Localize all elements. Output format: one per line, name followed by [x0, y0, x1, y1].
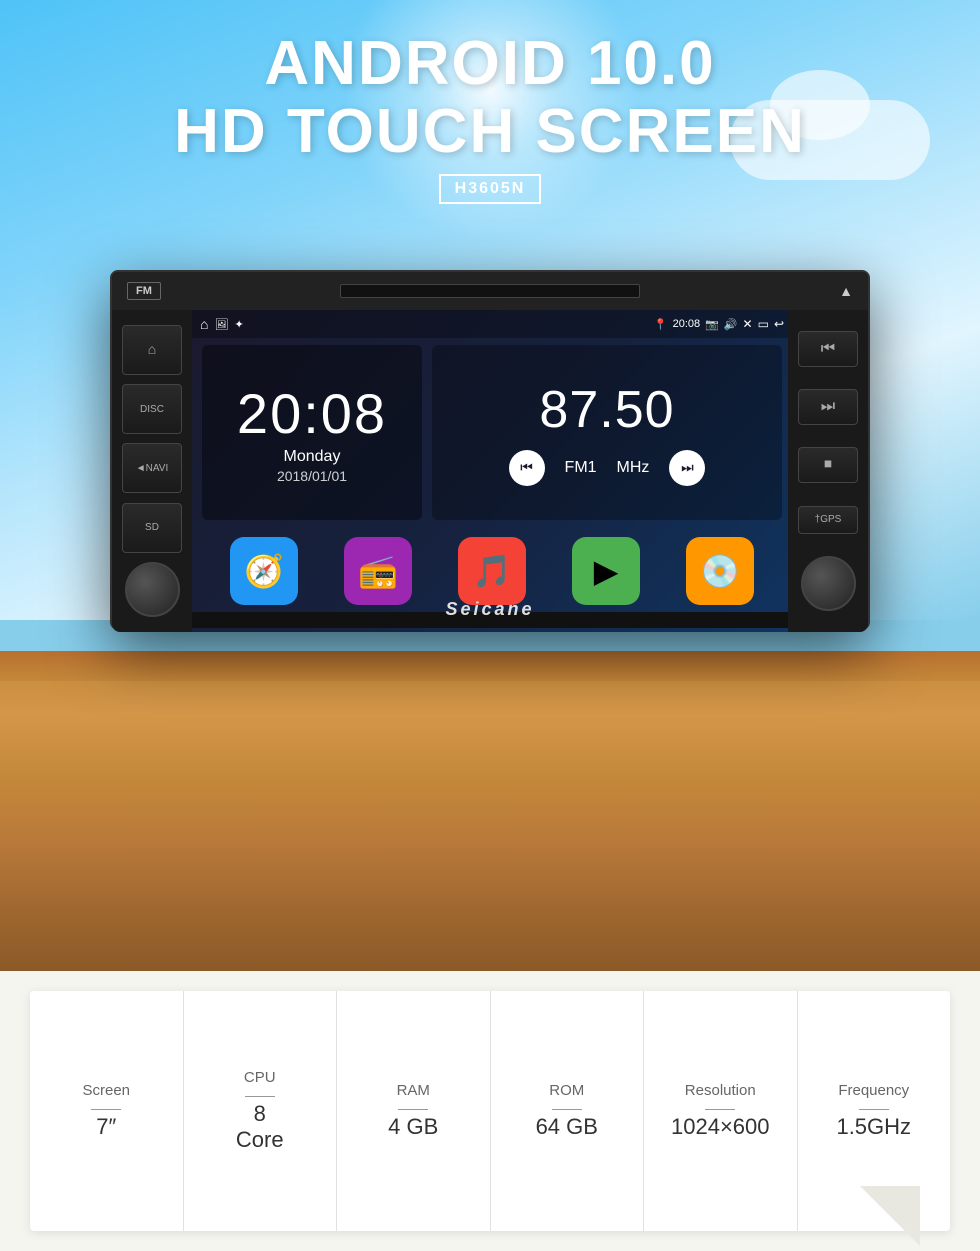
- eject-button[interactable]: ▲: [839, 283, 853, 299]
- disc-button[interactable]: DISC: [122, 384, 182, 434]
- spec-cpu-label: CPU: [244, 1069, 276, 1086]
- disc-label: DISC: [140, 404, 164, 415]
- stop-button[interactable]: ⏹: [798, 447, 858, 483]
- home-icon: ⌂: [148, 341, 156, 357]
- title-line2: HD TOUCH SCREEN: [174, 97, 806, 166]
- nav-app-icon[interactable]: 🧭 Navigation: [230, 537, 298, 624]
- wood-table: [0, 651, 980, 971]
- right-panel: ⏮ ⏭ ⏹ †GPS: [788, 310, 868, 632]
- spec-ram-divider: [398, 1109, 428, 1110]
- spec-rom-value: 64 GB: [536, 1114, 598, 1140]
- left-panel: ⌂ DISC ◄NAVI SD: [112, 310, 192, 632]
- radio-prev-button[interactable]: ⏮: [509, 450, 545, 486]
- main-title: ANDROID 10.0 HD TOUCH SCREEN: [0, 30, 980, 166]
- right-knob[interactable]: [801, 556, 856, 611]
- spec-screen: Screen 7″: [30, 991, 184, 1231]
- radio-unit: MHz: [617, 459, 650, 477]
- android-screen: ⌂ 🖼 ✦ 📍 20:08 📷 🔊 ✕ ▭ ↩ 20:08 Monday: [192, 310, 792, 632]
- spec-screen-divider: [91, 1109, 121, 1110]
- spec-frequency: Frequency 1.5GHz: [798, 991, 951, 1231]
- status-x-icon: ✕: [743, 317, 753, 331]
- navi-label: ◄NAVI: [136, 463, 169, 474]
- status-image-icon: 🖼: [214, 318, 228, 331]
- screen-area[interactable]: ⌂ 🖼 ✦ 📍 20:08 📷 🔊 ✕ ▭ ↩ 20:08 Monday: [192, 310, 792, 632]
- spec-resolution: Resolution 1024×600: [644, 991, 798, 1231]
- status-camera-icon: 📷: [705, 318, 719, 331]
- navi-button[interactable]: ◄NAVI: [122, 443, 182, 493]
- fm-label: FM: [127, 282, 161, 300]
- spec-ram-value: 4 GB: [388, 1114, 438, 1140]
- dvd-icon-box: 💿: [686, 537, 754, 605]
- spec-frequency-divider: [859, 1109, 889, 1110]
- stereo-unit: FM ▲ ⌂ DISC ◄NAVI SD ⌂ 🖼 ✦: [110, 270, 870, 630]
- radio-next-button[interactable]: ⏭: [669, 450, 705, 486]
- status-left: ⌂ 🖼 ✦: [200, 316, 244, 332]
- status-window-icon: ▭: [758, 317, 769, 331]
- spec-frequency-label: Frequency: [838, 1082, 909, 1099]
- spec-resolution-label: Resolution: [685, 1082, 756, 1099]
- specs-paper: Screen 7″ CPU 8Core RAM 4 GB ROM 64 GB R…: [30, 991, 950, 1231]
- clock-date: 2018/01/01: [277, 468, 347, 484]
- clock-day: Monday: [284, 448, 341, 466]
- next-track-button[interactable]: ⏭: [798, 389, 858, 425]
- nav-icon-box: 🧭: [230, 537, 298, 605]
- radio-frequency: 87.50: [539, 380, 674, 440]
- spec-cpu-value: 8Core: [236, 1101, 284, 1154]
- video-app-icon[interactable]: ▶ Video: [572, 537, 640, 624]
- radio-icon-box: 📻: [344, 537, 412, 605]
- clock-widget: 20:08 Monday 2018/01/01: [202, 345, 422, 520]
- radio-band: FM1: [565, 459, 597, 477]
- stereo-top-strip: FM ▲: [112, 272, 868, 310]
- clock-time: 20:08: [237, 381, 387, 446]
- spec-rom: ROM 64 GB: [491, 991, 645, 1231]
- status-home-icon: ⌂: [200, 316, 208, 332]
- title-line1: ANDROID 10.0: [264, 29, 715, 98]
- model-badge: H3605N: [439, 174, 542, 204]
- video-icon-box: ▶: [572, 537, 640, 605]
- music-icon-box: 🎵: [458, 537, 526, 605]
- radio-widget: 87.50 ⏮ FM1 MHz ⏭: [432, 345, 782, 520]
- status-back-icon: ↩: [774, 317, 784, 331]
- specs-section: Screen 7″ CPU 8Core RAM 4 GB ROM 64 GB R…: [0, 971, 980, 1251]
- status-pin-icon: 📍: [654, 318, 668, 331]
- spec-screen-value: 7″: [96, 1114, 116, 1140]
- spec-ram: RAM 4 GB: [337, 991, 491, 1231]
- spec-resolution-value: 1024×600: [671, 1114, 770, 1140]
- status-volume-icon: 🔊: [724, 318, 738, 331]
- left-knob[interactable]: [125, 562, 180, 617]
- radio-info: ⏮ FM1 MHz ⏭: [509, 450, 706, 486]
- status-right: 📍 20:08 📷 🔊 ✕ ▭ ↩: [654, 317, 784, 331]
- sd-button[interactable]: SD: [122, 503, 182, 553]
- cd-slot: [340, 284, 640, 298]
- sd-label: SD: [145, 522, 159, 533]
- spec-ram-label: RAM: [397, 1082, 430, 1099]
- spec-frequency-value: 1.5GHz: [836, 1114, 911, 1140]
- spec-cpu: CPU 8Core: [184, 991, 338, 1231]
- status-bar: ⌂ 🖼 ✦ 📍 20:08 📷 🔊 ✕ ▭ ↩: [192, 310, 792, 338]
- home-button[interactable]: ⌂: [122, 325, 182, 375]
- spec-rom-label: ROM: [549, 1082, 584, 1099]
- status-usb-icon: ✦: [234, 318, 243, 331]
- spec-cpu-divider: [245, 1096, 275, 1097]
- spec-rom-divider: [552, 1109, 582, 1110]
- spec-resolution-divider: [705, 1109, 735, 1110]
- spec-screen-label: Screen: [82, 1082, 130, 1099]
- gps-button[interactable]: †GPS: [798, 506, 858, 534]
- brand-label: Seicane: [445, 599, 534, 620]
- dvd-app-icon[interactable]: 💿 DVD: [686, 537, 754, 624]
- header-section: ANDROID 10.0 HD TOUCH SCREEN H3605N: [0, 30, 980, 204]
- radio-app-icon[interactable]: 📻 Radio: [344, 537, 412, 624]
- prev-track-button[interactable]: ⏮: [798, 331, 858, 367]
- status-time: 20:08: [673, 318, 701, 330]
